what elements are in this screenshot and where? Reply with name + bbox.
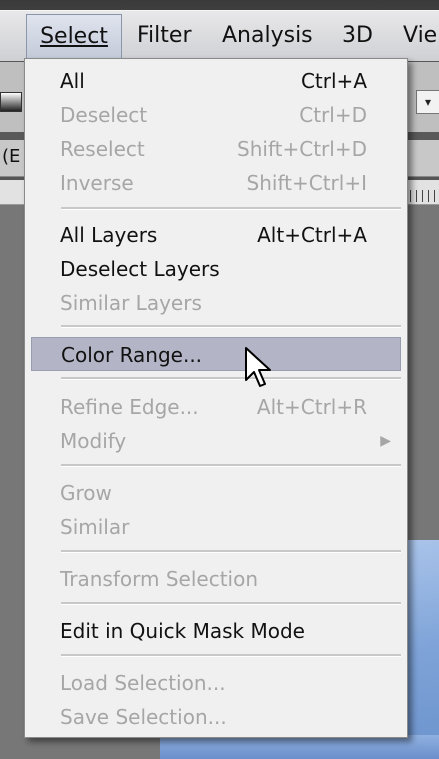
menu-item-all-layers[interactable]: All Layers Alt+Ctrl+A	[31, 218, 401, 252]
menu-select[interactable]: Select	[26, 14, 122, 60]
mouse-pointer-icon	[245, 347, 271, 387]
menu-separator	[61, 207, 401, 210]
menu-item-deselect-layers[interactable]: Deselect Layers	[31, 252, 401, 286]
menu-filter-label: Filter	[137, 23, 192, 48]
submenu-arrow-icon: ▶	[380, 433, 391, 449]
menu-item-label: Deselect	[60, 103, 148, 127]
photo-sky-bottom	[160, 735, 439, 759]
menu-view-label: Vie	[403, 23, 438, 48]
menu-separator	[61, 550, 401, 553]
menu-item-label: Similar	[60, 515, 130, 539]
menu-item-label: Refine Edge...	[60, 395, 199, 419]
menu-item-shortcut: Alt+Ctrl+A	[257, 223, 367, 247]
menu-item-label: Transform Selection	[60, 567, 259, 591]
menu-item-label: Modify	[60, 429, 127, 453]
menu-item-label: Similar Layers	[60, 291, 202, 315]
select-menu-dropdown: All Ctrl+A Deselect Ctrl+D Reselect Shif…	[24, 58, 408, 738]
menu-item-save-selection[interactable]: Save Selection...	[31, 700, 401, 734]
menu-item-label: All Layers	[60, 223, 158, 247]
menu-item-label: Color Range...	[61, 343, 203, 367]
menu-3d[interactable]: 3D	[342, 11, 373, 61]
menu-item-refine-edge[interactable]: Refine Edge... Alt+Ctrl+R	[31, 390, 401, 424]
menu-filter[interactable]: Filter	[137, 11, 191, 61]
menu-item-inverse[interactable]: Inverse Shift+Ctrl+I	[31, 166, 401, 200]
menu-item-label: All	[60, 69, 85, 93]
menu-analysis[interactable]: Analysis	[222, 11, 313, 61]
menu-separator	[61, 464, 401, 467]
menu-item-modify[interactable]: Modify ▶	[31, 424, 401, 458]
menu-item-transform-selection[interactable]: Transform Selection	[31, 562, 401, 596]
menu-item-color-range[interactable]: Color Range...	[31, 337, 401, 371]
menu-select-label: Select	[40, 24, 108, 49]
menu-item-shortcut: Ctrl+A	[300, 69, 367, 93]
menu-item-reselect[interactable]: Reselect Shift+Ctrl+D	[31, 132, 401, 166]
menu-item-label: Inverse	[60, 171, 134, 195]
menu-analysis-label: Analysis	[222, 23, 313, 48]
menu-bar: Select Filter Analysis 3D Vie	[0, 10, 439, 61]
menu-3d-label: 3D	[342, 23, 373, 48]
options-dropdown-button[interactable]: ▾	[416, 90, 439, 114]
menu-separator	[61, 377, 401, 380]
tool-swatch-icon[interactable]	[0, 92, 22, 112]
menu-item-quick-mask[interactable]: Edit in Quick Mask Mode	[31, 614, 401, 648]
menu-item-deselect[interactable]: Deselect Ctrl+D	[31, 98, 401, 132]
chevron-down-icon: ▾	[424, 95, 432, 109]
menu-item-label: Edit in Quick Mask Mode	[60, 619, 305, 643]
menu-item-shortcut: Shift+Ctrl+I	[246, 171, 367, 195]
menu-item-grow[interactable]: Grow	[31, 476, 401, 510]
menu-item-similar[interactable]: Similar	[31, 510, 401, 544]
menu-separator	[61, 602, 401, 605]
menu-item-shortcut: Ctrl+D	[299, 103, 367, 127]
menu-item-label: Save Selection...	[60, 705, 227, 729]
menu-item-shortcut: Alt+Ctrl+R	[256, 395, 367, 419]
menu-item-similar-layers[interactable]: Similar Layers	[31, 286, 401, 320]
menu-view[interactable]: Vie	[403, 11, 437, 61]
menu-item-shortcut: Shift+Ctrl+D	[237, 137, 367, 161]
menu-item-label: Grow	[60, 481, 112, 505]
document-tab-label[interactable]: (E	[2, 146, 20, 167]
photo-sky	[405, 540, 439, 759]
menu-item-load-selection[interactable]: Load Selection...	[31, 666, 401, 700]
ruler-ticks	[410, 190, 439, 202]
menu-item-label: Deselect Layers	[60, 257, 220, 281]
menu-separator	[61, 325, 401, 328]
menu-item-label: Reselect	[60, 137, 145, 161]
menu-item-label: Load Selection...	[60, 671, 226, 695]
menu-item-all[interactable]: All Ctrl+A	[31, 64, 401, 98]
menu-separator	[61, 654, 401, 657]
